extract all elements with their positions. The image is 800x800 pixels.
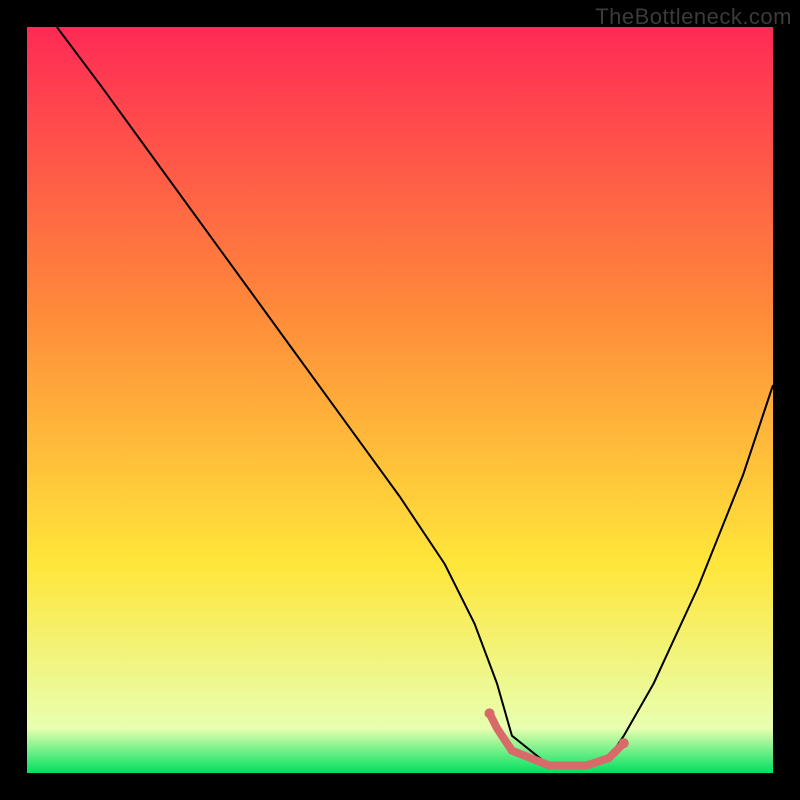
highlight-endpoint-dot: [485, 708, 495, 718]
bottleneck-chart: [0, 0, 800, 800]
watermark-text: TheBottleneck.com: [595, 4, 792, 30]
highlight-endpoint-dot: [619, 738, 629, 748]
chart-frame: TheBottleneck.com: [0, 0, 800, 800]
